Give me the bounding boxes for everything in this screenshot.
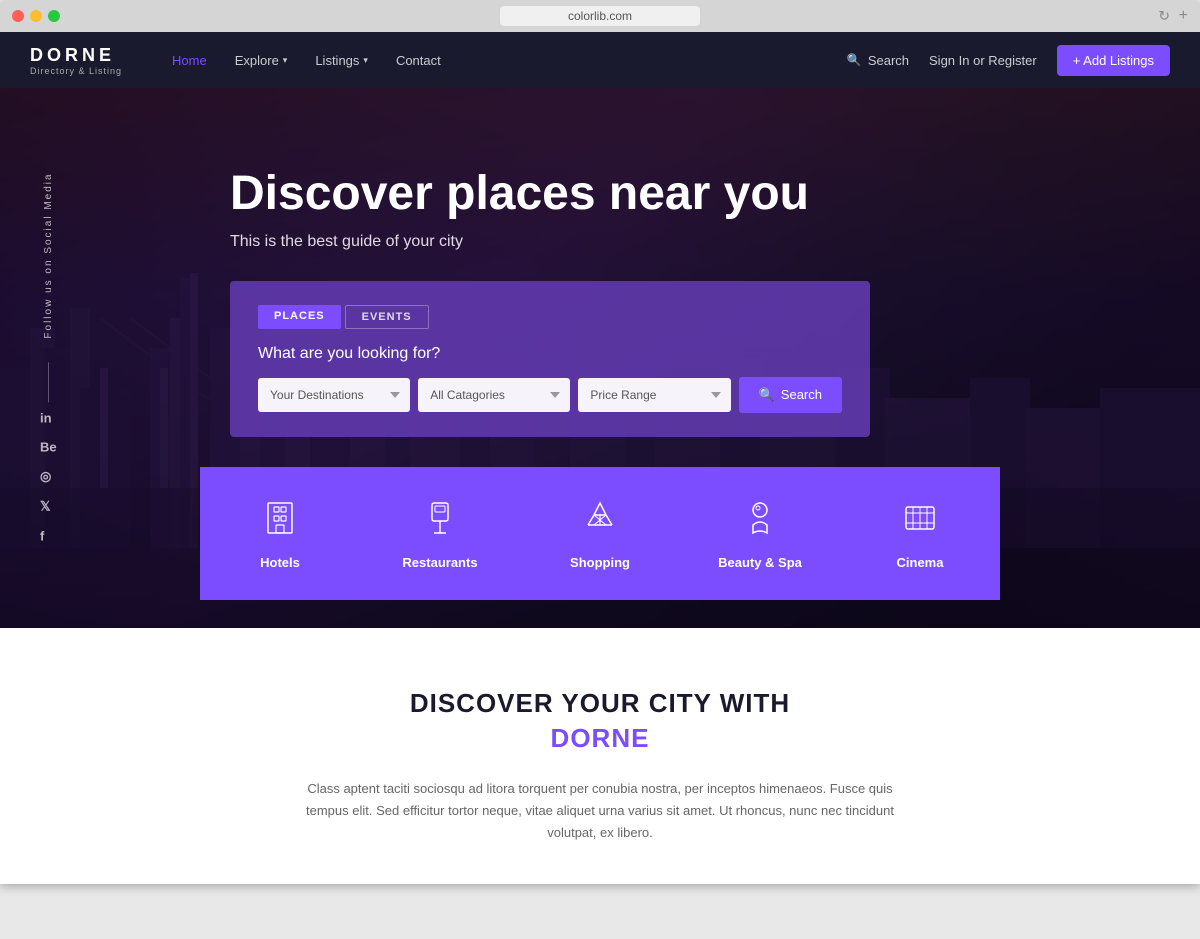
discover-description: Class aptent taciti sociosqu ad litora t… xyxy=(290,778,910,844)
browser-buttons xyxy=(12,10,60,22)
nav-item-home[interactable]: Home xyxy=(172,53,207,68)
category-restaurants[interactable]: Restaurants xyxy=(360,467,520,600)
browser-titlebar: colorlib.com ↻ + xyxy=(0,0,1200,32)
category-beauty-spa[interactable]: Beauty & Spa xyxy=(680,467,840,600)
nav-right: 🔍 Search Sign In or Register + Add Listi… xyxy=(847,45,1170,76)
cinema-label: Cinema xyxy=(897,555,944,570)
maximize-button[interactable] xyxy=(48,10,60,22)
nav-item-contact[interactable]: Contact xyxy=(396,53,441,68)
hotels-label: Hotels xyxy=(260,555,300,570)
hero-section: Follow us on Social Media in Be ◎ 𝕏 f Di… xyxy=(0,88,1200,628)
new-tab-button[interactable]: + xyxy=(1179,7,1188,25)
search-btn-icon: 🔍 xyxy=(759,387,775,403)
site-wrapper: DORNE Directory & Listing Home Explore ▾… xyxy=(0,32,1200,884)
refresh-button[interactable]: ↻ xyxy=(1158,8,1170,25)
category-select[interactable]: All Catagories Hotels Restaurants Shoppi… xyxy=(418,378,570,412)
category-cinema[interactable]: Cinema xyxy=(840,467,1000,600)
restaurants-label: Restaurants xyxy=(402,555,477,570)
logo[interactable]: DORNE Directory & Listing xyxy=(30,45,122,76)
cinema-icon xyxy=(900,497,940,543)
dribbble-icon[interactable]: ◎ xyxy=(40,469,57,485)
behance-icon[interactable]: Be xyxy=(40,440,57,455)
navbar: DORNE Directory & Listing Home Explore ▾… xyxy=(0,32,1200,88)
categories-section: Hotels Restaurants xyxy=(0,467,1200,600)
hotels-icon xyxy=(260,497,300,543)
nav-search-label: Search xyxy=(868,53,909,68)
discover-section: DISCOVER YOUR CITY WITH DORNE Class apte… xyxy=(0,628,1200,884)
price-select[interactable]: Price Range $ $$ $$$ $$$$ xyxy=(578,378,730,412)
shopping-label: Shopping xyxy=(570,555,630,570)
hero-subtitle: This is the best guide of your city xyxy=(230,233,1200,251)
nav-item-listings[interactable]: Listings ▾ xyxy=(315,53,368,68)
signin-link[interactable]: Sign In or Register xyxy=(929,53,1037,68)
search-fields: Your Destinations New York Los Angeles C… xyxy=(258,377,842,413)
tab-places[interactable]: PLACES xyxy=(258,305,341,329)
tab-events[interactable]: EVENTS xyxy=(345,305,429,329)
logo-sub: Directory & Listing xyxy=(30,66,122,76)
social-icons: in Be ◎ 𝕏 f xyxy=(40,411,57,544)
add-listings-button[interactable]: + Add Listings xyxy=(1057,45,1170,76)
restaurants-icon xyxy=(420,497,460,543)
search-icon: 🔍 xyxy=(847,53,862,67)
twitter-icon[interactable]: 𝕏 xyxy=(40,499,57,515)
social-sidebar: Follow us on Social Media in Be ◎ 𝕏 f xyxy=(40,172,57,543)
discover-title: DISCOVER YOUR CITY WITH xyxy=(20,688,1180,719)
facebook-icon[interactable]: f xyxy=(40,529,57,544)
browser-window: colorlib.com ↻ + DORNE Directory & Listi… xyxy=(0,0,1200,884)
search-box: PLACES EVENTS What are you looking for? … xyxy=(230,281,870,437)
beauty-spa-icon xyxy=(740,497,780,543)
category-shopping[interactable]: Shopping xyxy=(520,467,680,600)
destination-select[interactable]: Your Destinations New York Los Angeles C… xyxy=(258,378,410,412)
social-follow-text: Follow us on Social Media xyxy=(43,172,54,338)
search-btn-label: Search xyxy=(781,387,822,402)
search-button[interactable]: 🔍 Search xyxy=(739,377,842,413)
search-tabs: PLACES EVENTS xyxy=(258,305,842,329)
listings-chevron: ▾ xyxy=(363,55,368,66)
social-divider xyxy=(48,363,49,403)
category-hotels[interactable]: Hotels xyxy=(200,467,360,600)
linkedin-icon[interactable]: in xyxy=(40,411,57,426)
logo-title: DORNE xyxy=(30,45,122,66)
beauty-spa-label: Beauty & Spa xyxy=(718,555,802,570)
hero-content: Discover places near you This is the bes… xyxy=(0,88,1200,251)
nav-item-explore[interactable]: Explore ▾ xyxy=(235,53,288,68)
minimize-button[interactable] xyxy=(30,10,42,22)
url-bar[interactable]: colorlib.com xyxy=(500,6,700,26)
search-question: What are you looking for? xyxy=(258,345,842,363)
nav-links: Home Explore ▾ Listings ▾ Contact xyxy=(172,53,847,68)
explore-chevron: ▾ xyxy=(283,55,288,66)
nav-search[interactable]: 🔍 Search xyxy=(847,53,909,68)
discover-brand: DORNE xyxy=(20,723,1180,754)
shopping-icon xyxy=(580,497,620,543)
hero-title: Discover places near you xyxy=(230,168,1200,221)
close-button[interactable] xyxy=(12,10,24,22)
